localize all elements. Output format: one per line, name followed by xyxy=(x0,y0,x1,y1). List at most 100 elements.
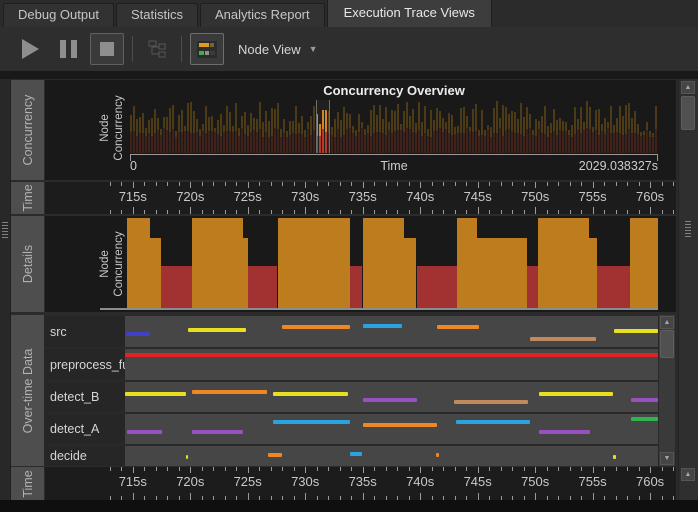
scroll-top-button[interactable]: ▲ xyxy=(681,468,695,481)
trace-segment[interactable] xyxy=(530,337,596,341)
histogram-bar xyxy=(460,108,462,133)
overtime-scrollbar[interactable]: ▲ ▼ xyxy=(659,315,675,466)
ruler-tick-label: 750s xyxy=(512,189,558,204)
ruler-tick xyxy=(604,182,605,186)
ruler-tick xyxy=(627,210,628,214)
stop-button[interactable] xyxy=(90,33,124,65)
trace-segment[interactable] xyxy=(363,423,438,427)
trace-segment[interactable] xyxy=(350,452,363,456)
scroll-up-button[interactable]: ▲ xyxy=(660,316,674,329)
histogram-bar xyxy=(256,119,258,132)
time-ruler-bottom[interactable]: 715s720s725s730s735s740s745s750s755s760s xyxy=(45,467,676,500)
trace-segment[interactable] xyxy=(186,455,189,459)
trace-segment[interactable] xyxy=(273,392,348,396)
trace-segment[interactable] xyxy=(125,353,658,357)
selection-window[interactable] xyxy=(316,100,330,153)
histogram-bar xyxy=(529,114,531,128)
ruler-tick xyxy=(478,207,479,214)
ruler-tick xyxy=(558,182,559,186)
tab-statistics[interactable]: Statistics xyxy=(116,3,198,27)
sidebar-section-details[interactable]: Details xyxy=(11,216,44,312)
row-track[interactable] xyxy=(125,382,658,412)
histogram-bar xyxy=(385,135,387,153)
histogram-bar xyxy=(346,113,348,129)
ruler-tick xyxy=(167,182,168,186)
view-mode-dropdown[interactable]: Node View ▼ xyxy=(238,42,318,57)
histogram-bar xyxy=(394,131,396,153)
histogram-bar xyxy=(655,129,657,153)
tree-view-button[interactable] xyxy=(141,34,173,64)
trace-segment[interactable] xyxy=(454,400,528,404)
overview-plot[interactable] xyxy=(130,100,658,153)
play-button[interactable] xyxy=(14,34,46,64)
histogram-bar xyxy=(496,101,498,133)
histogram-bar xyxy=(517,133,519,153)
trace-segment[interactable] xyxy=(631,398,658,402)
tab-debug-output[interactable]: Debug Output xyxy=(3,3,114,27)
row-label[interactable]: src xyxy=(44,316,125,347)
trace-segment[interactable] xyxy=(192,430,243,434)
trace-segment[interactable] xyxy=(539,430,590,434)
histogram-bar xyxy=(208,117,210,131)
scrollbar-thumb[interactable] xyxy=(681,96,695,130)
row-track[interactable] xyxy=(125,316,658,347)
trace-segment[interactable] xyxy=(282,325,350,329)
ruler-tick xyxy=(524,210,525,214)
ruler-tick xyxy=(363,207,364,214)
details-plot[interactable] xyxy=(125,218,658,308)
histogram-bar xyxy=(154,133,156,153)
main-scrollbar[interactable]: ▲ ▲ xyxy=(678,79,698,500)
histogram-bar xyxy=(436,130,438,153)
histogram-bar xyxy=(391,110,393,133)
trace-segment[interactable] xyxy=(127,430,162,434)
histogram-bar xyxy=(466,128,468,153)
tab-execution-trace-views[interactable]: Execution Trace Views xyxy=(327,0,492,27)
histogram-bar xyxy=(586,101,588,128)
ruler-tick xyxy=(236,210,237,214)
trace-segment[interactable] xyxy=(631,417,658,421)
row-label[interactable]: detect_A xyxy=(44,414,125,444)
trace-segment[interactable] xyxy=(273,420,350,424)
trace-segment[interactable] xyxy=(437,325,478,329)
trace-segment[interactable] xyxy=(126,332,150,336)
histogram-bar xyxy=(310,135,312,153)
row-track[interactable] xyxy=(125,446,658,466)
x-axis-line xyxy=(100,308,658,310)
ruler-tick xyxy=(133,493,134,500)
histogram-bar xyxy=(241,128,243,153)
row-label[interactable]: detect_B xyxy=(44,382,125,412)
ruler-tick xyxy=(282,182,283,186)
left-splitter[interactable] xyxy=(0,79,11,512)
trace-segment[interactable] xyxy=(539,392,613,396)
trace-segment[interactable] xyxy=(456,420,531,424)
trace-segment[interactable] xyxy=(268,453,282,457)
ruler-tick xyxy=(202,182,203,186)
row-track[interactable] xyxy=(125,349,658,380)
row-label[interactable]: decide xyxy=(44,446,125,466)
scroll-down-button[interactable]: ▼ xyxy=(660,452,674,465)
sidebar-section-overtime[interactable]: Over-time Data xyxy=(11,315,44,466)
ruler-tick xyxy=(455,210,456,214)
histogram-bar xyxy=(394,111,396,131)
sidebar-section-concurrency[interactable]: Concurrency xyxy=(11,80,44,180)
scrollbar-thumb[interactable] xyxy=(660,330,674,358)
timeline-view-button[interactable] xyxy=(190,33,224,65)
trace-segment[interactable] xyxy=(363,324,402,328)
pause-button[interactable] xyxy=(52,34,84,64)
row-label[interactable]: preprocess_fu xyxy=(44,349,125,380)
tab-analytics-report[interactable]: Analytics Report xyxy=(200,3,325,27)
trace-segment[interactable] xyxy=(613,455,616,459)
sidebar-section-time-bottom[interactable]: Time xyxy=(11,467,44,500)
trace-segment[interactable] xyxy=(614,329,658,333)
row-track[interactable] xyxy=(125,414,658,444)
scroll-up-button[interactable]: ▲ xyxy=(681,81,695,94)
trace-segment[interactable] xyxy=(188,328,247,332)
trace-segment[interactable] xyxy=(192,390,267,394)
sidebar-section-time-top[interactable]: Time xyxy=(11,182,44,214)
histogram-bar xyxy=(199,129,201,136)
time-ruler-top[interactable]: 715s720s725s730s735s740s745s750s755s760s xyxy=(45,182,676,214)
trace-segment[interactable] xyxy=(436,453,439,457)
trace-segment[interactable] xyxy=(363,398,417,402)
trace-segment[interactable] xyxy=(125,392,186,396)
trace-row-detect_B: detect_B xyxy=(44,382,658,412)
